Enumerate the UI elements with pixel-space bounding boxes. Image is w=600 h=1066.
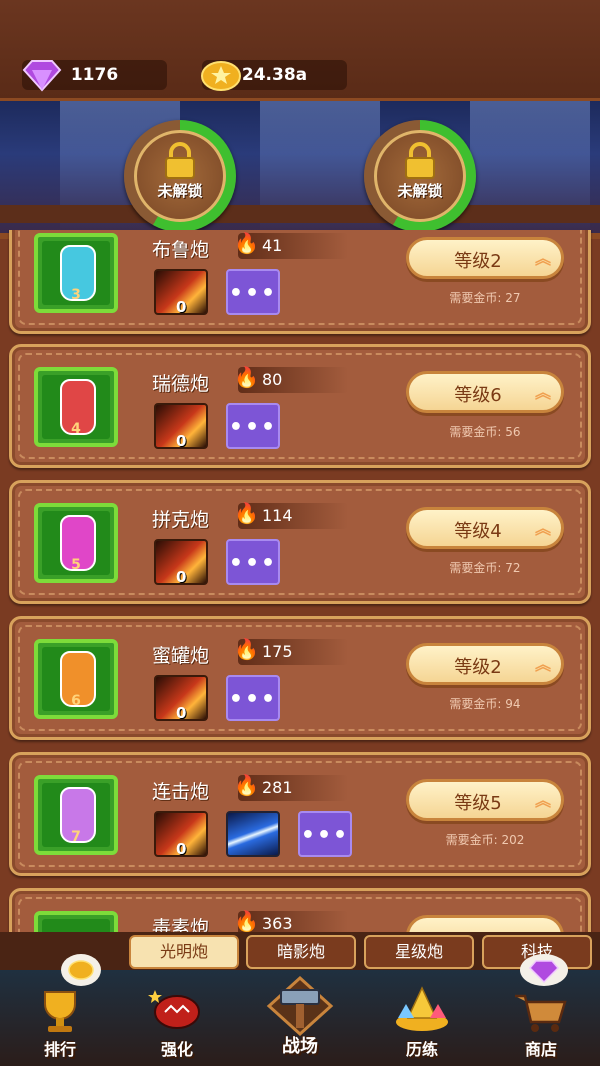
upgrade-cost: 需要金币: 27 [449, 291, 521, 305]
cannon-power: 80 [262, 370, 283, 389]
cannon-slot-banner [0, 98, 600, 239]
nav-enhance[interactable]: 强化 [122, 970, 232, 1066]
cannon-jar-icon [60, 651, 96, 707]
locked-label: 未解锁 [157, 182, 203, 200]
flame-icon: 🔥 [234, 501, 259, 525]
flame-icon: 🔥 [234, 773, 259, 797]
locked-label: 未解锁 [397, 182, 443, 200]
upgrade-cost: 需要金币: 202 [445, 833, 525, 847]
cannon-thumbnail: 3 [34, 233, 118, 313]
more-skills-button[interactable]: ••• [226, 539, 280, 585]
cannon-jar-icon [60, 245, 96, 301]
locked-slot-1[interactable]: 未解锁 [124, 120, 236, 232]
cannon-power: 41 [262, 236, 283, 255]
upgrade-button[interactable]: 等级2 ︽ [406, 643, 564, 685]
cannon-name: 布鲁炮 [152, 239, 210, 261]
cannon-thumbnail: 7 [34, 775, 118, 855]
tab-star-cannon[interactable]: 星级炮 [364, 935, 474, 969]
cannon-power: 175 [262, 642, 293, 661]
upgrade-button[interactable]: 等级6 ︽ [406, 371, 564, 413]
cannon-thumbnail: 4 [34, 367, 118, 447]
chevron-up-icon: ︽ [534, 519, 551, 538]
tab-light-cannon[interactable]: 光明炮 [129, 935, 239, 969]
cannon-thumbnail: 6 [34, 639, 118, 719]
flame-icon: 🔥 [234, 231, 259, 255]
diamond-icon [22, 60, 62, 92]
lock-icon [405, 142, 435, 179]
upgrade-button[interactable]: 等级2 ︽ [406, 237, 564, 279]
cannon-name: 连击炮 [152, 781, 210, 803]
more-skills-button[interactable]: ••• [226, 269, 280, 315]
gold-coin-icon [201, 61, 241, 91]
cannon-jar-icon [60, 787, 96, 843]
more-skills-button[interactable]: ••• [226, 675, 280, 721]
chevron-up-icon: ︽ [534, 249, 551, 268]
upgrade-button[interactable]: 等级4 ︽ [406, 507, 564, 549]
lock-icon [165, 142, 195, 179]
cannon-name: 瑞德炮 [152, 373, 210, 395]
nav-training[interactable]: 历练 [367, 970, 477, 1066]
nav-battlefield[interactable]: 战场 [245, 970, 355, 1066]
fire-skill-icon[interactable]: 0 [154, 811, 208, 858]
cannon-list[interactable]: 3 布鲁炮 🔥 41 0 ••• 等级2 ︽ 需要金币: 27 4 瑞德炮 🔥 8… [0, 230, 600, 934]
gold-pile-icon [396, 986, 448, 1031]
upgrade-cost: 需要金币: 94 [449, 697, 521, 711]
more-skills-button[interactable]: ••• [226, 403, 280, 449]
fire-skill-icon[interactable]: 0 [154, 403, 208, 450]
cannon-card: 3 布鲁炮 🔥 41 0 ••• 等级2 ︽ 需要金币: 27 [9, 230, 591, 334]
cannon-name: 拼克炮 [152, 509, 210, 531]
fire-skill-icon[interactable]: 0 [154, 269, 208, 316]
upgrade-cost: 需要金币: 56 [449, 425, 521, 439]
coin-bubble-icon [61, 954, 101, 986]
tab-shadow-cannon[interactable]: 暗影炮 [246, 935, 356, 969]
locked-slot-2[interactable]: 未解锁 [364, 120, 476, 232]
cannon-icon [148, 990, 200, 1029]
cannon-name: 蜜罐炮 [152, 645, 210, 667]
cannon-jar-icon [60, 379, 96, 435]
cannon-power: 281 [262, 778, 293, 797]
fire-skill-icon[interactable]: 0 [154, 539, 208, 586]
cannon-jar-icon [60, 515, 96, 571]
chevron-up-icon: ︽ [534, 791, 551, 810]
cannon-card: 6 蜜罐炮 🔥 175 0 ••• 等级2 ︽ 需要金币: 94 [9, 616, 591, 740]
gem-bubble-icon [520, 954, 568, 986]
more-skills-button[interactable]: ••• [298, 811, 352, 857]
chevron-up-icon: ︽ [534, 655, 551, 674]
chevron-up-icon: ︽ [534, 383, 551, 402]
flame-icon: 🔥 [234, 637, 259, 661]
ice-skill-icon[interactable] [226, 811, 280, 857]
cannon-thumbnail: 5 [34, 503, 118, 583]
cannon-card: 4 瑞德炮 🔥 80 0 ••• 等级6 ︽ 需要金币: 56 [9, 344, 591, 468]
cannon-card: 毒素炮 🔥 363 [9, 888, 591, 934]
flame-icon: 🔥 [234, 365, 259, 389]
flame-icon: 🔥 [234, 909, 259, 933]
cannon-card: 5 拼克炮 🔥 114 0 ••• 等级4 ︽ 需要金币: 72 [9, 480, 591, 604]
cannon-power: 114 [262, 506, 293, 525]
cannon-name: 毒素炮 [152, 917, 210, 934]
upgrade-cost: 需要金币: 72 [449, 561, 521, 575]
upgrade-button[interactable]: 等级5 ︽ [406, 779, 564, 821]
cannon-thumbnail [34, 911, 118, 934]
cannon-card: 7 连击炮 🔥 281 0 ••• 等级5 ︽ 需要金币: 202 [9, 752, 591, 876]
fire-skill-icon[interactable]: 0 [154, 675, 208, 722]
cannon-power: 363 [262, 914, 293, 933]
hammer-icon [266, 976, 334, 1036]
